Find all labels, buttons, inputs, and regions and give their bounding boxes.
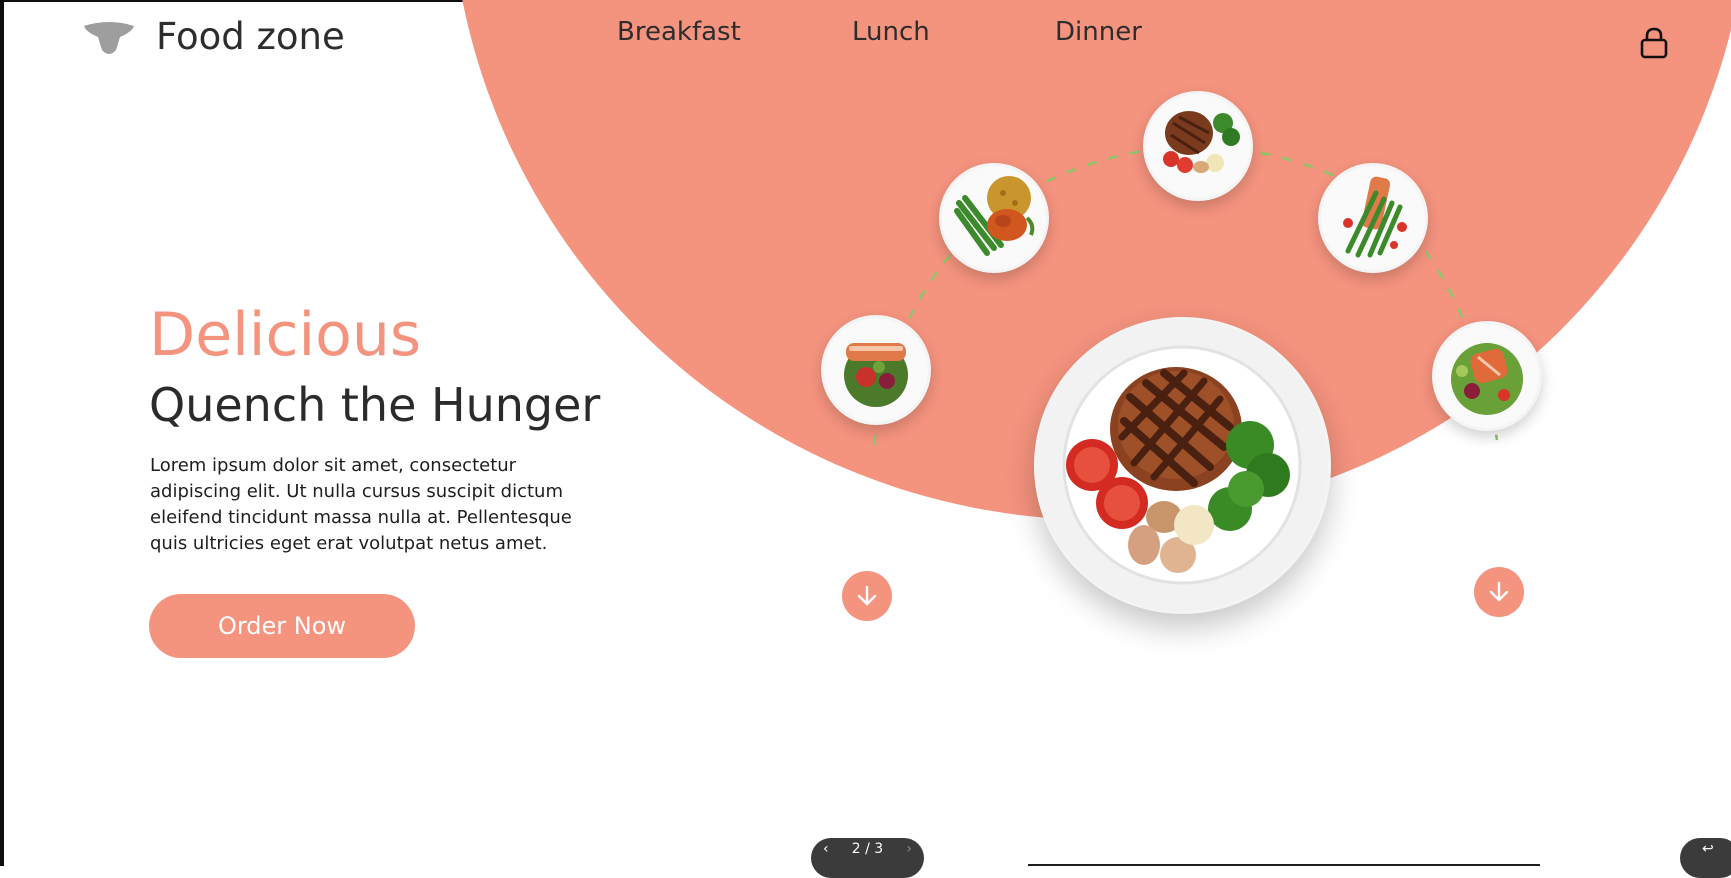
- asparagus-salmon-dish[interactable]: [1318, 163, 1428, 273]
- grilled-steak-plate[interactable]: [1034, 317, 1331, 614]
- scroll-down-button-right[interactable]: [1474, 567, 1524, 617]
- order-now-button[interactable]: Order Now: [149, 594, 415, 658]
- brand-name[interactable]: Food zone: [156, 15, 345, 58]
- hero-headline: Quench the Hunger: [149, 378, 601, 432]
- dome-lamp-icon: [80, 20, 138, 60]
- salmon-greens-dish[interactable]: [1432, 321, 1542, 431]
- chevron-left-icon[interactable]: ‹: [823, 841, 829, 857]
- arrow-down-icon: [1489, 581, 1509, 602]
- salmon-salad-dish[interactable]: [821, 315, 931, 425]
- chevron-right-icon[interactable]: ›: [906, 841, 912, 857]
- steak-vegetables-dish[interactable]: [1143, 91, 1253, 201]
- exit-button[interactable]: ↩: [1680, 838, 1731, 878]
- window-frame-left: [0, 0, 4, 866]
- nav-item-dinner[interactable]: Dinner: [1055, 17, 1142, 47]
- lock-icon[interactable]: [1638, 26, 1670, 60]
- arrow-down-icon: [857, 585, 877, 606]
- scroll-down-button-left[interactable]: [842, 571, 892, 621]
- pager-label: 2 / 3: [851, 841, 884, 857]
- slide-pager: ‹ 2 / 3 ›: [811, 838, 924, 878]
- hero-accent-title: Delicious: [149, 300, 422, 370]
- nav-item-breakfast[interactable]: Breakfast: [617, 17, 741, 47]
- chicken-green-beans-rice-dish[interactable]: [939, 163, 1049, 273]
- hero-description: Lorem ipsum dolor sit amet, consectetur …: [150, 455, 572, 554]
- nav-item-lunch[interactable]: Lunch: [852, 17, 930, 47]
- return-arrow-icon: ↩: [1702, 841, 1714, 857]
